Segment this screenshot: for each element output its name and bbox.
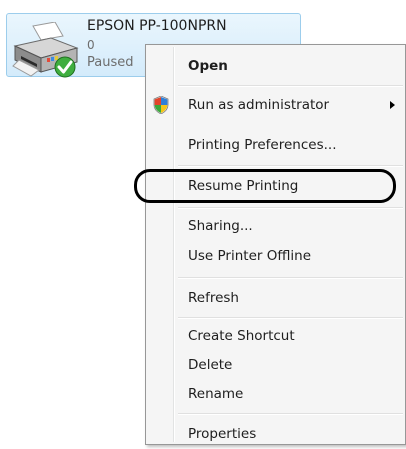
menu-item-delete-label: Delete <box>188 357 233 373</box>
printer-job-count: 0 <box>87 38 95 52</box>
menu-item-rename[interactable]: Rename <box>148 379 403 409</box>
menu-item-delete[interactable]: Delete <box>148 350 403 380</box>
menu-separator <box>178 413 403 415</box>
menu-item-open[interactable]: Open <box>148 51 403 81</box>
menu-item-refresh[interactable]: Refresh <box>148 283 403 313</box>
menu-item-refresh-label: Refresh <box>188 290 239 306</box>
menu-item-sharing-label: Sharing... <box>188 218 253 234</box>
menu-item-printing-preferences-label: Printing Preferences... <box>188 137 337 153</box>
menu-item-resume-printing[interactable]: Resume Printing <box>148 171 403 201</box>
menu-separator <box>178 165 403 167</box>
menu-item-run-as-administrator[interactable]: Run as administrator <box>148 90 403 120</box>
menu-item-run-as-administrator-label: Run as administrator <box>188 97 330 113</box>
printer-status: Paused <box>87 55 134 70</box>
menu-separator <box>178 317 403 319</box>
printer-name: EPSON PP-100NPRN <box>87 18 227 34</box>
menu-item-open-label: Open <box>188 58 228 74</box>
menu-separator <box>178 277 403 279</box>
menu-item-properties-label: Properties <box>188 426 257 442</box>
chevron-right-icon <box>390 101 395 109</box>
menu-item-printing-preferences[interactable]: Printing Preferences... <box>148 130 403 160</box>
menu-item-resume-printing-label: Resume Printing <box>188 178 299 194</box>
menu-item-use-printer-offline[interactable]: Use Printer Offline <box>148 241 403 271</box>
uac-shield-icon <box>153 96 169 114</box>
menu-separator <box>178 85 403 87</box>
context-menu: Open Run as administrator Printing Prefe… <box>145 44 406 445</box>
menu-item-create-shortcut[interactable]: Create Shortcut <box>148 321 403 351</box>
check-icon <box>54 56 76 78</box>
printer-icon <box>12 22 79 78</box>
menu-item-rename-label: Rename <box>188 386 244 402</box>
menu-item-use-printer-offline-label: Use Printer Offline <box>188 248 312 264</box>
menu-item-sharing[interactable]: Sharing... <box>148 211 403 241</box>
menu-separator <box>178 207 403 209</box>
menu-item-create-shortcut-label: Create Shortcut <box>188 328 295 344</box>
